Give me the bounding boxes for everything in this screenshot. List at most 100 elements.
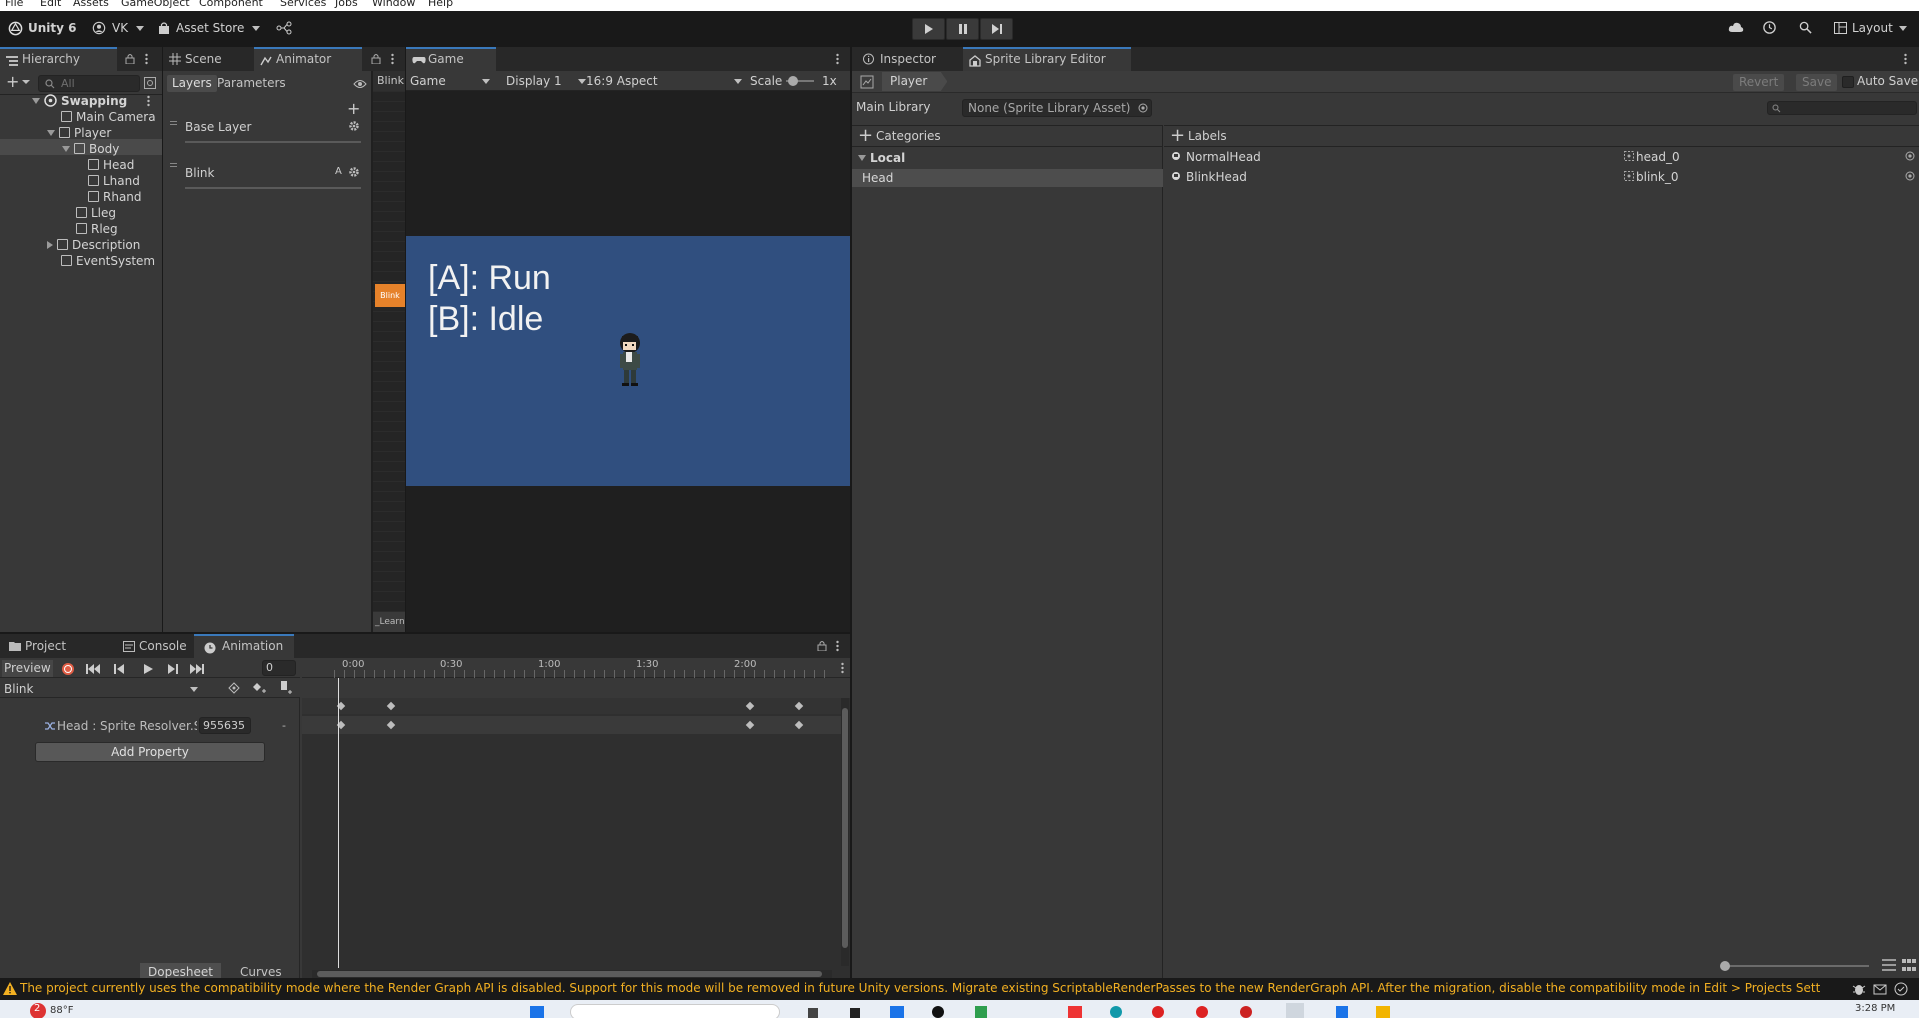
taskbar-app-icon[interactable]	[890, 1006, 904, 1018]
hierarchy-item-lleg[interactable]: Lleg	[76, 205, 116, 221]
grid-view-icon[interactable]	[1902, 959, 1916, 971]
keyframe-diamond[interactable]	[794, 720, 804, 730]
taskbar-app-icon[interactable]	[1196, 1006, 1208, 1018]
kebab-menu-icon[interactable]	[836, 53, 839, 65]
add-keyframe-icon[interactable]	[252, 682, 266, 694]
hierarchy-scene-swapping[interactable]: Swapping	[32, 93, 127, 109]
taskbar-app-icon[interactable]	[850, 1008, 860, 1018]
tab-layers[interactable]: Layers	[167, 75, 217, 92]
time-ruler[interactable]: 0:00 0:30 1:00 1:30 2:00	[302, 658, 850, 678]
hierarchy-item-main-camera[interactable]: Main Camera	[61, 109, 156, 125]
last-keyframe-icon[interactable]	[190, 664, 204, 674]
revert-button[interactable]: Revert	[1733, 74, 1785, 91]
kebab-menu-icon[interactable]	[836, 640, 839, 652]
playhead[interactable]	[338, 678, 339, 968]
weather-icon[interactable]: 2	[30, 1003, 46, 1018]
thumbnail-size-slider[interactable]	[1720, 961, 1869, 971]
list-view-icon[interactable]	[1882, 959, 1896, 971]
horizontal-scrollbar[interactable]	[312, 970, 832, 978]
add-label-button[interactable]: +	[1170, 125, 1185, 146]
kebab-menu-icon[interactable]	[391, 53, 394, 65]
menu-jobs[interactable]: Jobs	[335, 0, 358, 10]
object-picker-icon[interactable]	[1905, 151, 1915, 161]
hierarchy-item-rhand[interactable]: Rhand	[88, 189, 142, 205]
unity-product[interactable]: Unity 6	[8, 17, 77, 39]
animator-state-blink[interactable]: Blink	[375, 284, 405, 307]
save-button[interactable]: Save	[1796, 74, 1838, 91]
search-icon[interactable]	[1799, 21, 1812, 43]
label-search-input[interactable]	[1767, 101, 1917, 115]
dopesheet-timeline[interactable]: 0:00 0:30 1:00 1:30 2:00	[302, 658, 850, 982]
label-row[interactable]: BlinkHead blink_0	[1164, 167, 1919, 187]
lock-icon[interactable]	[817, 640, 827, 651]
tab-hierarchy[interactable]: Hierarchy	[0, 47, 117, 71]
first-keyframe-icon[interactable]	[86, 664, 100, 674]
breadcrumb-player[interactable]: Player	[882, 72, 948, 91]
menu-file[interactable]: File	[5, 0, 23, 10]
scrollbar-thumb[interactable]	[317, 971, 822, 977]
menu-window[interactable]: Window	[372, 0, 415, 10]
scale-slider[interactable]	[786, 76, 814, 86]
pause-button[interactable]	[946, 18, 979, 40]
taskbar-app-icon[interactable]	[1110, 1006, 1122, 1018]
menu-component[interactable]: Component	[199, 0, 263, 10]
menu-gameobject[interactable]: GameObject	[121, 0, 190, 10]
play-button[interactable]	[912, 18, 945, 40]
hierarchy-item-body[interactable]: Body	[62, 141, 119, 157]
check-circle-icon[interactable]	[1894, 982, 1908, 996]
main-library-field[interactable]: None (Sprite Library Asset)	[962, 99, 1152, 117]
tab-animator[interactable]: Animator	[254, 47, 362, 71]
aspect-dropdown[interactable]: 16:9 Aspect	[586, 71, 746, 91]
layer-base-layer[interactable]: Base Layer	[167, 119, 367, 155]
history-icon[interactable]	[1762, 20, 1777, 42]
game-mode-dropdown[interactable]: Game	[410, 71, 494, 91]
object-picker-icon[interactable]	[1905, 171, 1915, 181]
version-control-icon[interactable]	[276, 21, 292, 43]
taskbar-app-icon[interactable]	[975, 1006, 987, 1018]
frame-input[interactable]: 0	[262, 660, 296, 676]
debug-icon[interactable]	[1852, 982, 1866, 996]
next-keyframe-icon[interactable]	[166, 664, 178, 674]
auto-save-checkbox[interactable]	[1842, 76, 1854, 88]
tab-animation[interactable]: Animation	[194, 634, 294, 658]
taskbar-search-input[interactable]	[570, 1004, 780, 1018]
taskbar-app-icon[interactable]	[808, 1008, 818, 1018]
hierarchy-item-description[interactable]: Description	[47, 237, 140, 253]
layer-blink[interactable]: Blink A	[167, 161, 367, 197]
cloud-icon[interactable]	[1728, 21, 1744, 43]
keyframe-diamond[interactable]	[745, 701, 755, 711]
layer-weight-slider[interactable]	[185, 187, 361, 189]
folder-icon[interactable]	[1376, 1006, 1390, 1018]
layer-weight-slider[interactable]	[185, 141, 361, 143]
add-layer-button[interactable]: +	[347, 99, 360, 118]
filter-keyframes-icon[interactable]	[228, 682, 240, 694]
vertical-scrollbar[interactable]	[841, 698, 849, 966]
play-icon[interactable]	[143, 664, 153, 674]
taskbar-app-icon[interactable]	[1240, 1006, 1252, 1018]
tab-parameters[interactable]: Parameters	[217, 75, 286, 92]
gear-icon[interactable]	[348, 120, 360, 132]
hierarchy-search-input[interactable]: All	[38, 75, 140, 92]
hierarchy-item-player[interactable]: Player	[47, 125, 111, 141]
category-item-head[interactable]: Head	[852, 169, 1163, 187]
status-message[interactable]: The project currently uses the compatibi…	[20, 981, 1820, 995]
menu-help[interactable]: Help	[428, 0, 453, 10]
add-property-button[interactable]: Add Property	[35, 742, 265, 762]
keyframe-diamond[interactable]	[386, 701, 396, 711]
kebab-menu-icon[interactable]	[147, 95, 150, 107]
add-event-icon[interactable]	[280, 681, 292, 695]
clip-dropdown[interactable]: Blink	[4, 679, 200, 699]
tab-project[interactable]: Project	[0, 634, 98, 658]
gear-icon[interactable]	[348, 166, 360, 178]
tab-sprite-library-editor[interactable]: Sprite Library Editor	[963, 47, 1131, 71]
object-picker-icon[interactable]	[1138, 103, 1148, 113]
label-sprite-value[interactable]: blink_0	[1636, 170, 1678, 184]
taskbar-unity-icon[interactable]	[1286, 1003, 1304, 1018]
keyframe-diamond[interactable]	[794, 701, 804, 711]
graph-breadcrumb[interactable]: Blink	[373, 71, 405, 91]
label-row[interactable]: NormalHead head_0	[1164, 147, 1919, 167]
lock-icon[interactable]	[371, 53, 381, 64]
record-button[interactable]	[62, 663, 74, 675]
add-object-button[interactable]: +	[6, 74, 31, 90]
hierarchy-item-rleg[interactable]: Rleg	[76, 221, 118, 237]
